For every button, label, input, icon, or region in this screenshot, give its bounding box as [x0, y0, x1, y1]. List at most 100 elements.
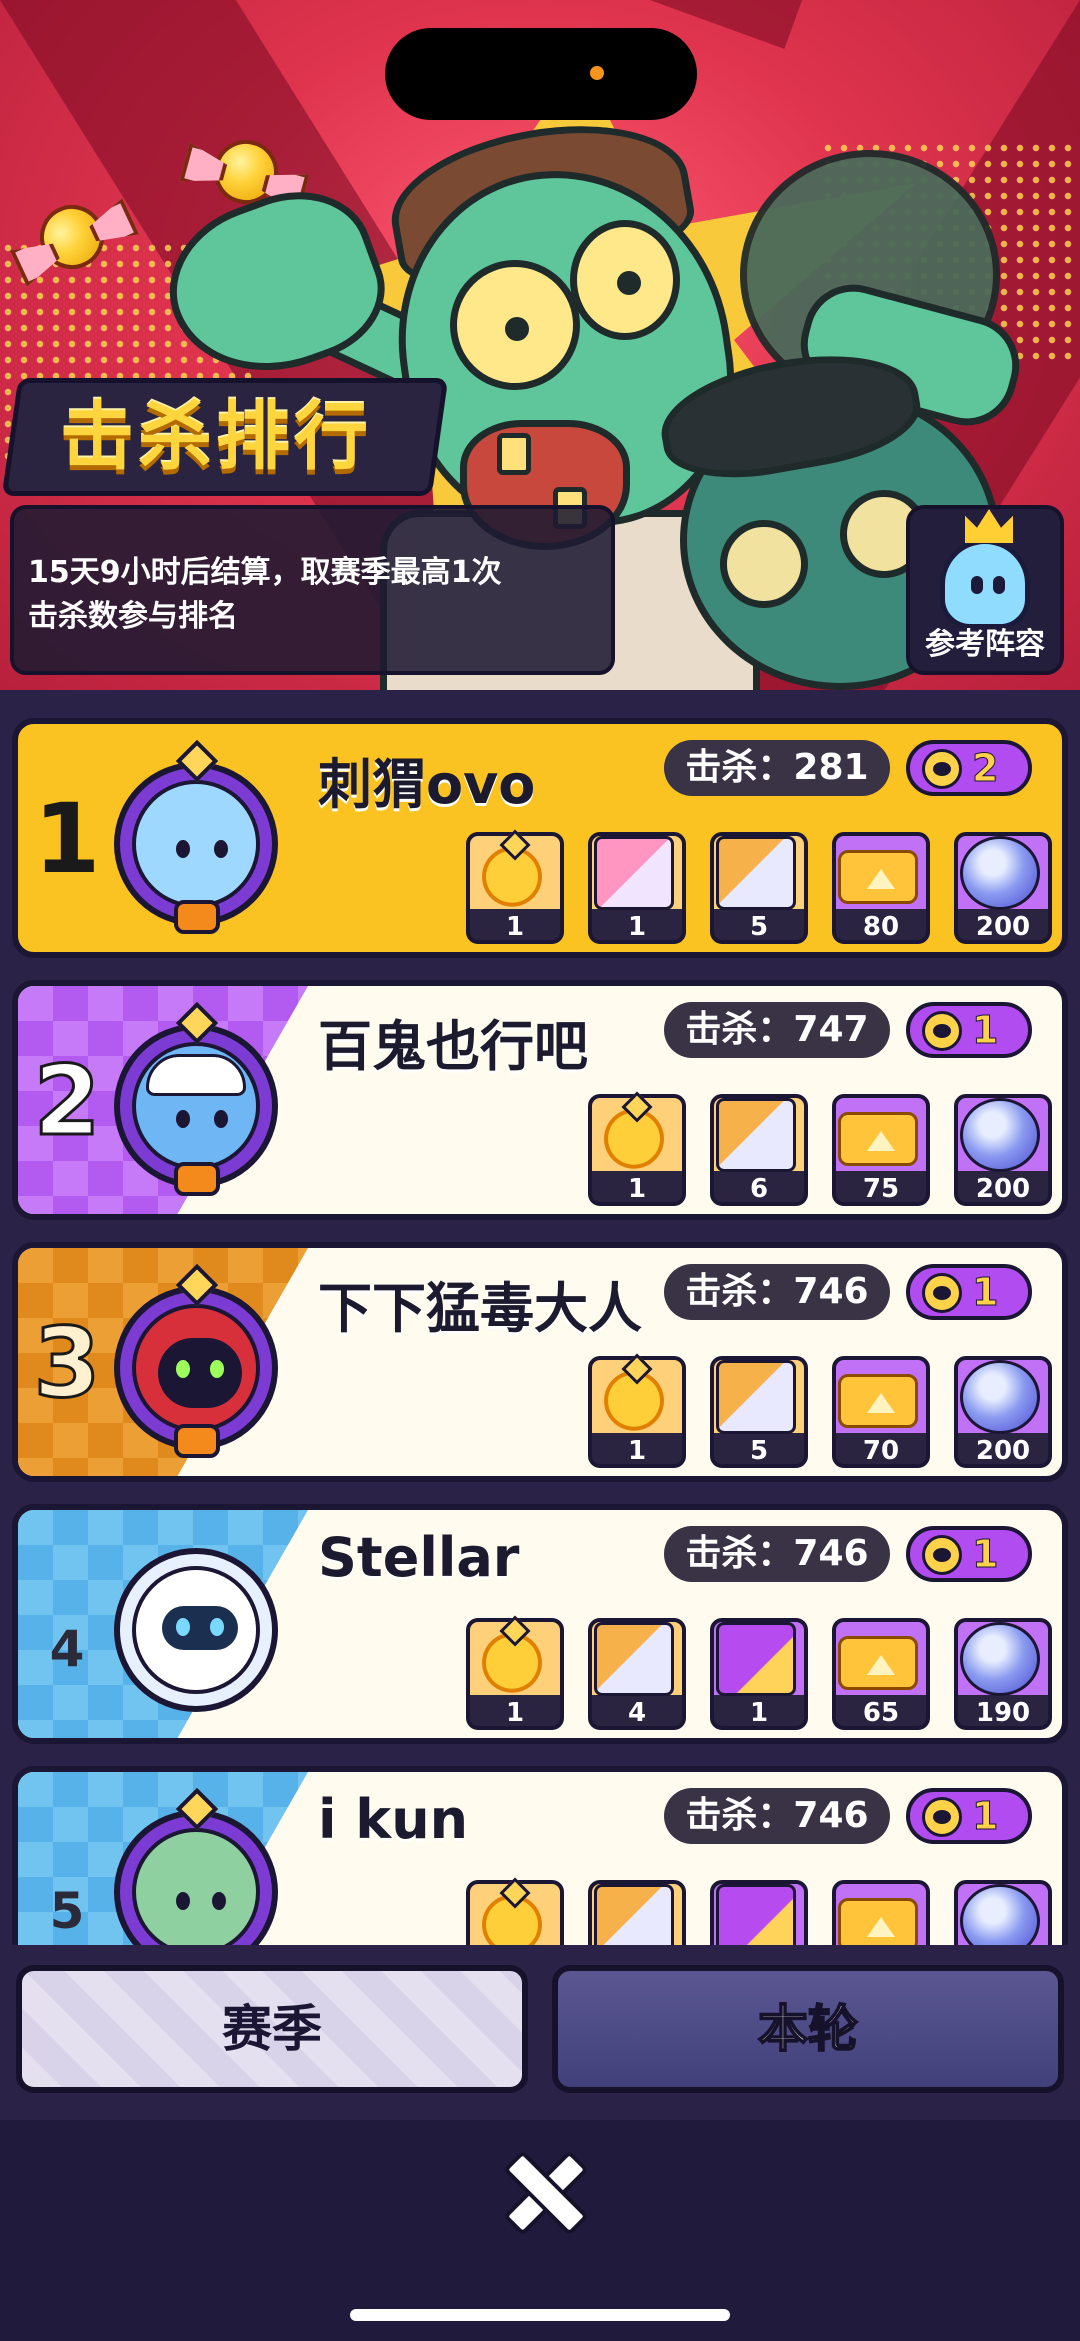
rank-number: 5: [49, 1882, 85, 1940]
card-pack-icon: [716, 1098, 796, 1172]
reward-count: 200: [975, 912, 1031, 942]
reward-count: 190: [975, 1698, 1031, 1728]
camera-notch: [385, 28, 697, 120]
token-count: 1: [971, 1794, 999, 1839]
card-pack-icon: [716, 1360, 796, 1434]
token-badge: 1: [906, 1526, 1032, 1582]
player-name: Stellar: [318, 1526, 520, 1589]
orb-icon: [960, 836, 1040, 910]
kill-count: 击杀：747: [664, 1002, 890, 1058]
reward-card-pack[interactable]: 6: [710, 1094, 808, 1206]
reward-count: 1: [505, 1698, 525, 1728]
token-badge: 1: [906, 1264, 1032, 1320]
reward-orb[interactable]: [954, 1880, 1052, 1945]
frame-icon: [594, 1360, 674, 1434]
reward-card-pack[interactable]: [588, 1880, 686, 1945]
reward-list: 1 1 5 80 200: [466, 832, 1052, 944]
card-pack-icon: [716, 1884, 796, 1945]
tab-round[interactable]: 本轮: [552, 1965, 1064, 2093]
reward-frame[interactable]: 1: [466, 1618, 564, 1730]
reward-card-pack-rare[interactable]: 1: [710, 1618, 808, 1730]
settlement-info: 15天9小时后结算，取赛季最高1次 击杀数参与排名: [28, 555, 502, 634]
token-count: 1: [971, 1270, 999, 1315]
card-pack-icon: [716, 836, 796, 910]
ranking-row[interactable]: 3 下下猛毒大人 击杀：746 1 1 5 70 200: [12, 1242, 1068, 1482]
reward-list: 1 4 1 65 190: [466, 1618, 1052, 1730]
reward-ticket[interactable]: 75: [832, 1094, 930, 1206]
ticket-icon: [838, 1112, 918, 1166]
reward-count: 200: [975, 1436, 1031, 1466]
reward-count: 1: [749, 1698, 769, 1728]
frame-icon: [594, 1098, 674, 1172]
avatar[interactable]: [114, 1001, 278, 1196]
reward-ticket[interactable]: 65: [832, 1618, 930, 1730]
ticket-icon: [838, 1636, 918, 1690]
tab-season[interactable]: 赛季: [16, 1965, 528, 2093]
card-pack-icon: [594, 1622, 674, 1696]
ranking-row[interactable]: 5 i kun 击杀：746 1: [12, 1766, 1068, 1945]
token-count: 2: [971, 746, 999, 791]
ranking-row[interactable]: 2 百鬼也行吧 击杀：747 1 1 6 75 200: [12, 980, 1068, 1220]
reward-orb[interactable]: 200: [954, 1094, 1052, 1206]
hero-banner: 击杀排行 15天9小时后结算，取赛季最高1次 击杀数参与排名 参考阵容: [0, 0, 1080, 690]
card-pack-icon: [594, 836, 674, 910]
close-icon[interactable]: [504, 2150, 578, 2224]
reward-ticket[interactable]: 80: [832, 832, 930, 944]
ticket-icon: [838, 1374, 918, 1428]
kill-count: 击杀：746: [664, 1526, 890, 1582]
reward-orb[interactable]: 200: [954, 1356, 1052, 1468]
frame-icon: [472, 1622, 552, 1696]
reward-card-pack[interactable]: 1: [588, 832, 686, 944]
ticket-icon: [838, 850, 918, 904]
skull-token-icon: [922, 1535, 962, 1575]
token-count: 1: [971, 1008, 999, 1053]
reward-list: 1 5 70 200: [588, 1356, 1052, 1468]
avatar[interactable]: [114, 1263, 278, 1458]
frame-icon: [472, 836, 552, 910]
avatar[interactable]: [114, 739, 278, 934]
home-indicator[interactable]: [350, 2309, 730, 2321]
rank-number: 3: [32, 1307, 102, 1420]
reward-count: 70: [862, 1436, 900, 1466]
reward-frame[interactable]: 1: [588, 1356, 686, 1468]
reward-card-pack[interactable]: 5: [710, 1356, 808, 1468]
player-name: 百鬼也行吧: [318, 1015, 588, 1078]
tab-bar: 赛季 本轮: [0, 1945, 1080, 2120]
player-name: i kun: [318, 1788, 469, 1851]
card-pack-icon: [716, 1622, 796, 1696]
reward-count: 1: [627, 1436, 647, 1466]
reward-frame[interactable]: [466, 1880, 564, 1945]
reference-lineup-button[interactable]: 参考阵容: [906, 505, 1064, 675]
reward-frame[interactable]: 1: [466, 832, 564, 944]
reward-count: 1: [627, 912, 647, 942]
reward-ticket[interactable]: [832, 1880, 930, 1945]
reward-frame[interactable]: 1: [588, 1094, 686, 1206]
reward-card-pack-rare[interactable]: [710, 1880, 808, 1945]
info-box: 15天9小时后结算，取赛季最高1次 击杀数参与排名: [10, 505, 615, 675]
reference-lineup-label: 参考阵容: [925, 627, 1045, 662]
camera-indicator: [590, 66, 604, 80]
rank-number: 2: [32, 1045, 102, 1158]
ranking-row[interactable]: 4 Stellar 击杀：746 1 1 4 1 65 190: [12, 1504, 1068, 1744]
reward-orb[interactable]: 190: [954, 1618, 1052, 1730]
reward-count: 65: [862, 1698, 900, 1728]
ticket-icon: [838, 1898, 918, 1945]
token-badge: 1: [906, 1788, 1032, 1844]
skull-token-icon: [922, 1273, 962, 1313]
reward-count: 5: [749, 1436, 769, 1466]
reward-count: 4: [627, 1698, 647, 1728]
reward-card-pack[interactable]: 5: [710, 832, 808, 944]
skull-token-icon: [922, 1011, 962, 1051]
reward-count: 80: [862, 912, 900, 942]
frame-icon: [472, 1884, 552, 1945]
ranking-row[interactable]: 1 刺猬ovo 击杀：281 2 1 1 5 80 200: [12, 718, 1068, 958]
reward-card-pack[interactable]: 4: [588, 1618, 686, 1730]
reward-ticket[interactable]: 70: [832, 1356, 930, 1468]
reward-count: 200: [975, 1174, 1031, 1204]
kill-count: 击杀：746: [664, 1264, 890, 1320]
reward-orb[interactable]: 200: [954, 832, 1052, 944]
token-badge: 1: [906, 1002, 1032, 1058]
crown-icon: [965, 509, 1013, 543]
ranking-list[interactable]: 1 刺猬ovo 击杀：281 2 1 1 5 80 200 2 百鬼也行吧 击杀…: [0, 690, 1080, 1945]
avatar[interactable]: [114, 1548, 278, 1712]
